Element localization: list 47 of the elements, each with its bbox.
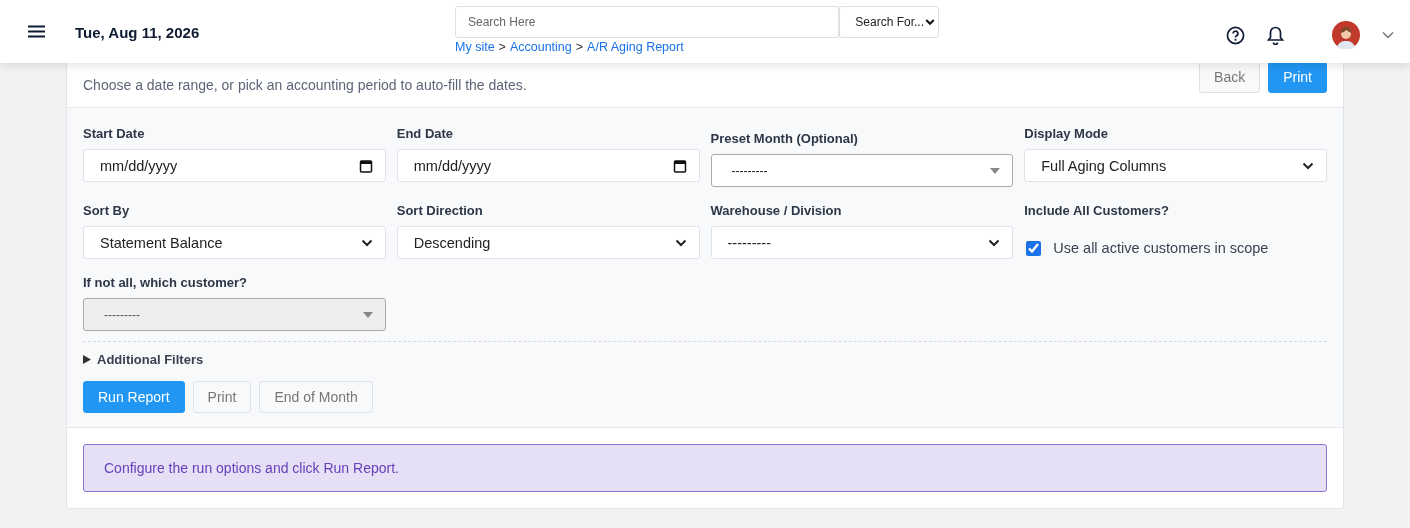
select-field[interactable]: Descending bbox=[396, 226, 700, 259]
caret-icon bbox=[362, 311, 373, 318]
action-button[interactable]: End of Month bbox=[259, 381, 373, 413]
field-label: Warehouse / Division bbox=[710, 203, 843, 218]
field-label: Preset Month (Optional) bbox=[710, 131, 859, 146]
date-field[interactable]: mm/dd/yyyy bbox=[83, 149, 386, 182]
select-field[interactable]: Statement Balance bbox=[83, 226, 386, 259]
select-field[interactable]: Full Aging Columns bbox=[1024, 149, 1327, 182]
breadcrumb-link[interactable]: A/R Aging Report bbox=[587, 40, 684, 54]
select-field[interactable]: --------- bbox=[710, 154, 1014, 187]
report-subtitle: Choose a date range, or pick an accounting period to auto-fill the dates. bbox=[83, 77, 527, 93]
caret-icon bbox=[925, 18, 935, 26]
help-icon[interactable] bbox=[1226, 25, 1245, 45]
chevron-down-icon[interactable] bbox=[1382, 31, 1394, 39]
checkbox-label: Use all active customers in scope bbox=[1053, 240, 1269, 256]
triangle-icon bbox=[83, 355, 91, 364]
field-label: Start Date bbox=[83, 126, 146, 141]
checkbox[interactable] bbox=[1026, 240, 1042, 256]
caret-icon bbox=[988, 238, 1001, 247]
field-label: Display Mode bbox=[1024, 126, 1110, 141]
caret-icon bbox=[1302, 161, 1314, 170]
calendar-icon bbox=[672, 158, 687, 173]
caret-icon bbox=[360, 238, 373, 247]
info-alert: Configure the run options and click Run Report. bbox=[83, 444, 1327, 492]
search-for-select[interactable]: Search For... bbox=[839, 6, 939, 38]
breadcrumb-separator: > bbox=[575, 40, 584, 54]
additional-filters-toggle[interactable]: Additional Filters bbox=[83, 352, 204, 367]
back-button[interactable]: Back bbox=[1199, 61, 1261, 93]
breadcrumb-link[interactable]: My site bbox=[455, 40, 495, 54]
caret-icon bbox=[674, 238, 687, 247]
select-field[interactable]: --------- bbox=[710, 226, 1014, 259]
date-field[interactable]: mm/dd/yyyy bbox=[396, 149, 700, 182]
field-label: If not all, which customer? bbox=[83, 275, 248, 290]
current-date: Tue, Aug 11, 2026 bbox=[75, 24, 201, 41]
menu-icon[interactable] bbox=[28, 25, 45, 38]
calendar-icon bbox=[358, 158, 373, 173]
field-label: Include All Customers? bbox=[1024, 203, 1170, 218]
field-label: Sort By bbox=[83, 203, 131, 218]
breadcrumb-separator: > bbox=[498, 40, 506, 54]
action-button[interactable]: Print bbox=[192, 381, 252, 413]
field-label: Sort Direction bbox=[396, 203, 484, 218]
breadcrumb-link[interactable]: Accounting bbox=[509, 40, 572, 54]
caret-icon bbox=[990, 167, 1001, 174]
search-field[interactable]: Search Here bbox=[455, 6, 839, 38]
avatar[interactable] bbox=[1332, 21, 1360, 49]
bell-icon[interactable] bbox=[1267, 25, 1284, 45]
field-label: End Date bbox=[396, 126, 455, 141]
